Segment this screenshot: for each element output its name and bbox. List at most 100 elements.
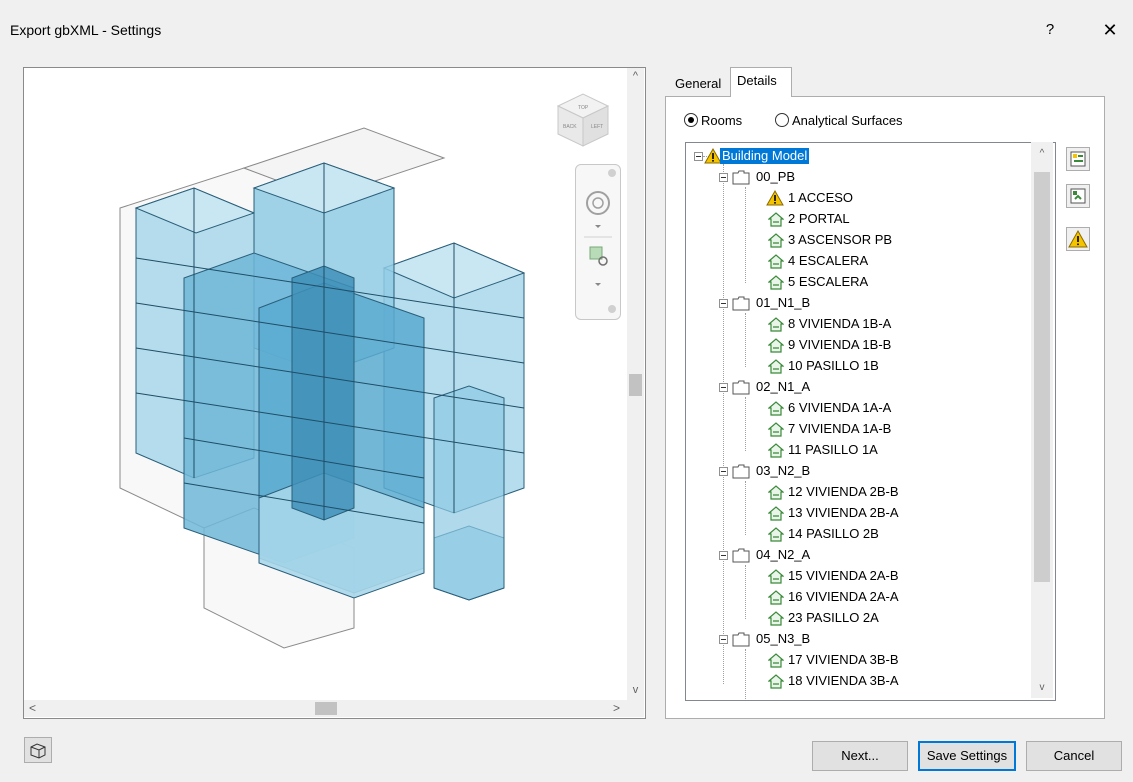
- tree-scroll-up-arrow[interactable]: ^: [1031, 145, 1053, 162]
- tree-node-label: 01_N1_B: [756, 295, 811, 310]
- room-icon: [768, 422, 784, 437]
- radio-selected-icon: [684, 113, 698, 127]
- room-icon: [768, 485, 784, 500]
- warning-icon: [766, 189, 784, 206]
- tree-node-label: 15 VIVIENDA 2A-B: [788, 568, 899, 583]
- tree-guide-line: [745, 187, 746, 283]
- viewcube-face-left: LEFT: [591, 124, 603, 130]
- cancel-button[interactable]: Cancel: [1026, 741, 1122, 771]
- collapse-icon[interactable]: [719, 383, 728, 392]
- collapse-icon[interactable]: [719, 299, 728, 308]
- tree-vertical-scrollbar[interactable]: ^ v: [1031, 142, 1053, 698]
- folder-icon: [732, 170, 750, 185]
- zoom-icon[interactable]: [589, 246, 608, 266]
- navigation-bar: [575, 164, 621, 320]
- tree-node-label: 10 PASILLO 1B: [788, 358, 879, 373]
- tree-node-label: 11 PASILLO 1A: [788, 442, 878, 457]
- scroll-down-arrow[interactable]: v: [627, 682, 644, 699]
- 3d-box-icon: [30, 743, 46, 759]
- next-button[interactable]: Next...: [812, 741, 908, 771]
- room-icon: [768, 212, 784, 227]
- tree-node-label: 8 VIVIENDA 1B-A: [788, 316, 892, 331]
- view-cube[interactable]: TOP LEFT BACK: [548, 86, 618, 156]
- tree-node-label: 03_N2_B: [756, 463, 811, 478]
- room-icon: [768, 674, 784, 689]
- collapse-icon[interactable]: [719, 635, 728, 644]
- zoom-dropdown-icon[interactable]: [595, 283, 601, 286]
- tree-node-label: 7 VIVIENDA 1A-B: [788, 421, 892, 436]
- 3d-view-button[interactable]: [24, 737, 52, 763]
- collapse-icon[interactable]: [719, 551, 728, 560]
- collapse-icon[interactable]: [719, 173, 728, 182]
- steering-wheel-icon[interactable]: [586, 191, 610, 215]
- room-icon: [768, 569, 784, 584]
- tree-node-label: 23 PASILLO 2A: [788, 610, 879, 625]
- tree-node-label: 17 VIVIENDA 3B-B: [788, 652, 899, 667]
- scroll-corner: [627, 700, 644, 717]
- viewer-horizontal-scrollbar[interactable]: < >: [24, 700, 627, 717]
- tree-scroll-thumb[interactable]: [1034, 172, 1050, 582]
- help-button[interactable]: ?: [1040, 18, 1060, 42]
- folder-icon: [732, 464, 750, 479]
- tree-guide-line: [745, 313, 746, 367]
- tree-node-label: 16 VIVIENDA 2A-A: [788, 589, 899, 604]
- folder-icon: [732, 296, 750, 311]
- warning-icon: [1068, 229, 1088, 248]
- tab-details[interactable]: Details: [730, 67, 792, 97]
- viewcube-face-back: BACK: [563, 124, 577, 130]
- tree-guide-line: [745, 649, 746, 699]
- room-icon: [768, 527, 784, 542]
- tree-guide-line: [723, 164, 724, 684]
- tree-node-label: 02_N1_A: [756, 379, 811, 394]
- room-tree[interactable]: Building Model 00_PB 1 ACCESO 2 PORTAL 3…: [685, 142, 1056, 701]
- room-icon: [768, 359, 784, 374]
- collapse-all-button[interactable]: [1066, 184, 1090, 208]
- room-icon: [768, 590, 784, 605]
- tree-guide-line: [745, 397, 746, 451]
- tree-guide-line: [745, 565, 746, 619]
- scroll-right-arrow[interactable]: >: [608, 700, 625, 717]
- room-icon: [768, 506, 784, 521]
- tree-node-label: 18 VIVIENDA 3B-A: [788, 673, 899, 688]
- room-icon: [768, 443, 784, 458]
- scroll-thumb[interactable]: [629, 374, 642, 396]
- window-title: Export gbXML - Settings: [10, 22, 162, 38]
- navbar-options-icon[interactable]: [608, 305, 616, 313]
- folder-icon: [732, 632, 750, 647]
- tree-node-label: 9 VIVIENDA 1B-B: [788, 337, 892, 352]
- radio-unselected-icon: [775, 113, 789, 127]
- analytical-surfaces-radio[interactable]: Analytical Surfaces: [775, 112, 903, 130]
- save-settings-button[interactable]: Save Settings: [918, 741, 1016, 771]
- tree-node-label: 12 VIVIENDA 2B-B: [788, 484, 899, 499]
- room-icon: [768, 611, 784, 626]
- viewer-vertical-scrollbar[interactable]: ^ v: [627, 68, 644, 700]
- rooms-radio-label: Rooms: [701, 113, 743, 128]
- collapse-icon[interactable]: [719, 467, 728, 476]
- tree-guide-line: [745, 481, 746, 535]
- tree-node-label: 00_PB: [756, 169, 796, 184]
- room-icon: [768, 653, 784, 668]
- scroll-left-arrow[interactable]: <: [24, 700, 41, 717]
- model-viewer[interactable]: TOP LEFT BACK ^ v < >: [23, 67, 646, 719]
- expand-all-button[interactable]: [1066, 147, 1090, 171]
- folder-icon: [732, 380, 750, 395]
- analytical-surfaces-radio-label: Analytical Surfaces: [792, 113, 903, 128]
- navbar-close-icon[interactable]: [608, 169, 616, 177]
- scroll-up-arrow[interactable]: ^: [627, 68, 644, 85]
- tab-general[interactable]: General: [668, 70, 730, 98]
- close-button[interactable]: ✕: [1098, 18, 1122, 42]
- tree-node-label: 2 PORTAL: [788, 211, 850, 226]
- tree-node-label: 5 ESCALERA: [788, 274, 869, 289]
- tree-node-label: 13 VIVIENDA 2B-A: [788, 505, 899, 520]
- title-bar: Export gbXML - Settings ? ✕: [0, 0, 1133, 62]
- collapse-icon[interactable]: [694, 152, 703, 161]
- room-icon: [768, 317, 784, 332]
- room-icon: [768, 254, 784, 269]
- tree-node-label: 4 ESCALERA: [788, 253, 869, 268]
- tree-scroll-down-arrow[interactable]: v: [1031, 679, 1053, 696]
- steering-wheel-dropdown-icon[interactable]: [595, 225, 601, 228]
- rooms-radio[interactable]: Rooms: [684, 112, 742, 130]
- tree-node-label: 3 ASCENSOR PB: [788, 232, 893, 247]
- scroll-thumb[interactable]: [315, 702, 337, 715]
- show-warnings-button[interactable]: [1066, 227, 1090, 251]
